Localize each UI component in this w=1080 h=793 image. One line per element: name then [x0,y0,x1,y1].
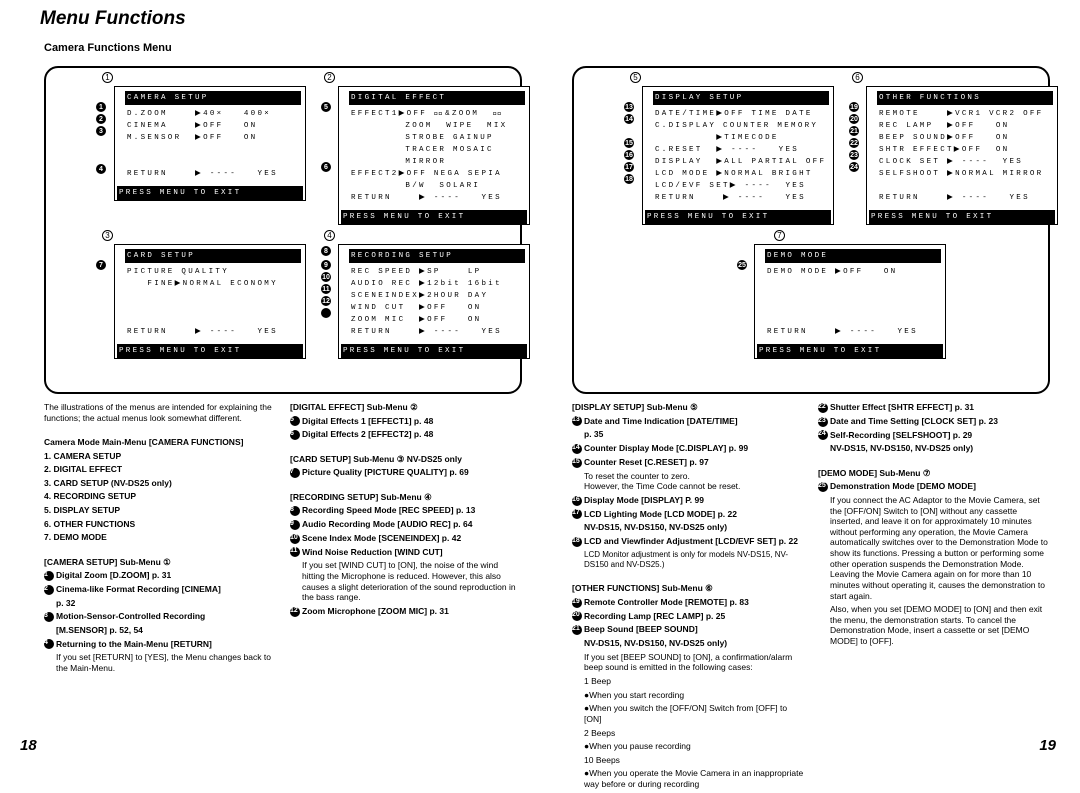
callout-2: 2 [324,72,335,83]
sub2-header: [DIGITAL EFFECT] Sub-Menu ② [290,402,418,412]
menu-camera-setup: CAMERA SETUP D.ZOOM ▶40× 400× CINEMA ▶OF… [114,86,306,201]
callout-5: 5 [630,72,641,83]
sub3-header: [CARD SETUP] Sub-Menu ③ NV-DS25 only [290,454,462,464]
page-title: Menu Functions [40,8,186,30]
page-number-right: 19 [1039,737,1056,754]
figure-left: 1 CAMERA SETUP D.ZOOM ▶40× 400× CINEMA ▶… [44,66,522,394]
col-b: [DIGITAL EFFECT] Sub-Menu ② 5Digital Eff… [290,402,522,620]
menu-digital-effect: DIGITAL EFFECT EFFECT1▶OFF �⃝&ZOOM �⃝ ZO… [338,86,530,225]
menu-header: CAMERA SETUP [125,91,301,105]
callout-3: 3 [102,230,113,241]
col-c: [DISPLAY SETUP] Sub-Menu ⑤ 13Date and Ti… [572,402,804,793]
figure-right: 5 DISPLAY SETUP DATE/TIME▶OFF TIME DATE … [572,66,1050,394]
sub5-header: [DISPLAY SETUP] Sub-Menu ⑤ [572,402,698,412]
col-d: 22Shutter Effect [SHTR EFFECT] p. 31 23D… [818,402,1050,650]
intro-text: The illustrations of the menus are inten… [44,402,272,423]
sub7-header: [DEMO MODE] Sub-Menu ⑦ [818,468,930,478]
callout-7: 7 [774,230,785,241]
sub4-header: [RECORDING SETUP] Sub-Menu ④ [290,492,432,502]
callout-6: 6 [852,72,863,83]
main-menu-header: Camera Mode Main-Menu [CAMERA FUNCTIONS] [44,437,243,447]
menu-display-setup: DISPLAY SETUP DATE/TIME▶OFF TIME DATE C.… [642,86,834,225]
menu-other-functions: OTHER FUNCTIONS REMOTE ▶VCR1 VCR2 OFF RE… [866,86,1058,225]
menu-card-setup: CARD SETUP PICTURE QUALITY FINE▶NORMAL E… [114,244,306,359]
menu-demo-mode: DEMO MODE DEMO MODE ▶OFF ON RETURN ▶ ---… [754,244,946,359]
sub6-header: [OTHER FUNCTIONS] Sub-Menu ⑥ [572,583,713,593]
col-a: The illustrations of the menus are inten… [44,402,272,677]
section-title: Camera Functions Menu [44,42,172,54]
callout-1: 1 [102,72,113,83]
sub1-header: [CAMERA SETUP] Sub-Menu ① [44,557,171,567]
callout-4: 4 [324,230,335,241]
menu-recording-setup: RECORDING SETUP REC SPEED ▶SP LP AUDIO R… [338,244,530,359]
page-number-left: 18 [20,737,37,754]
